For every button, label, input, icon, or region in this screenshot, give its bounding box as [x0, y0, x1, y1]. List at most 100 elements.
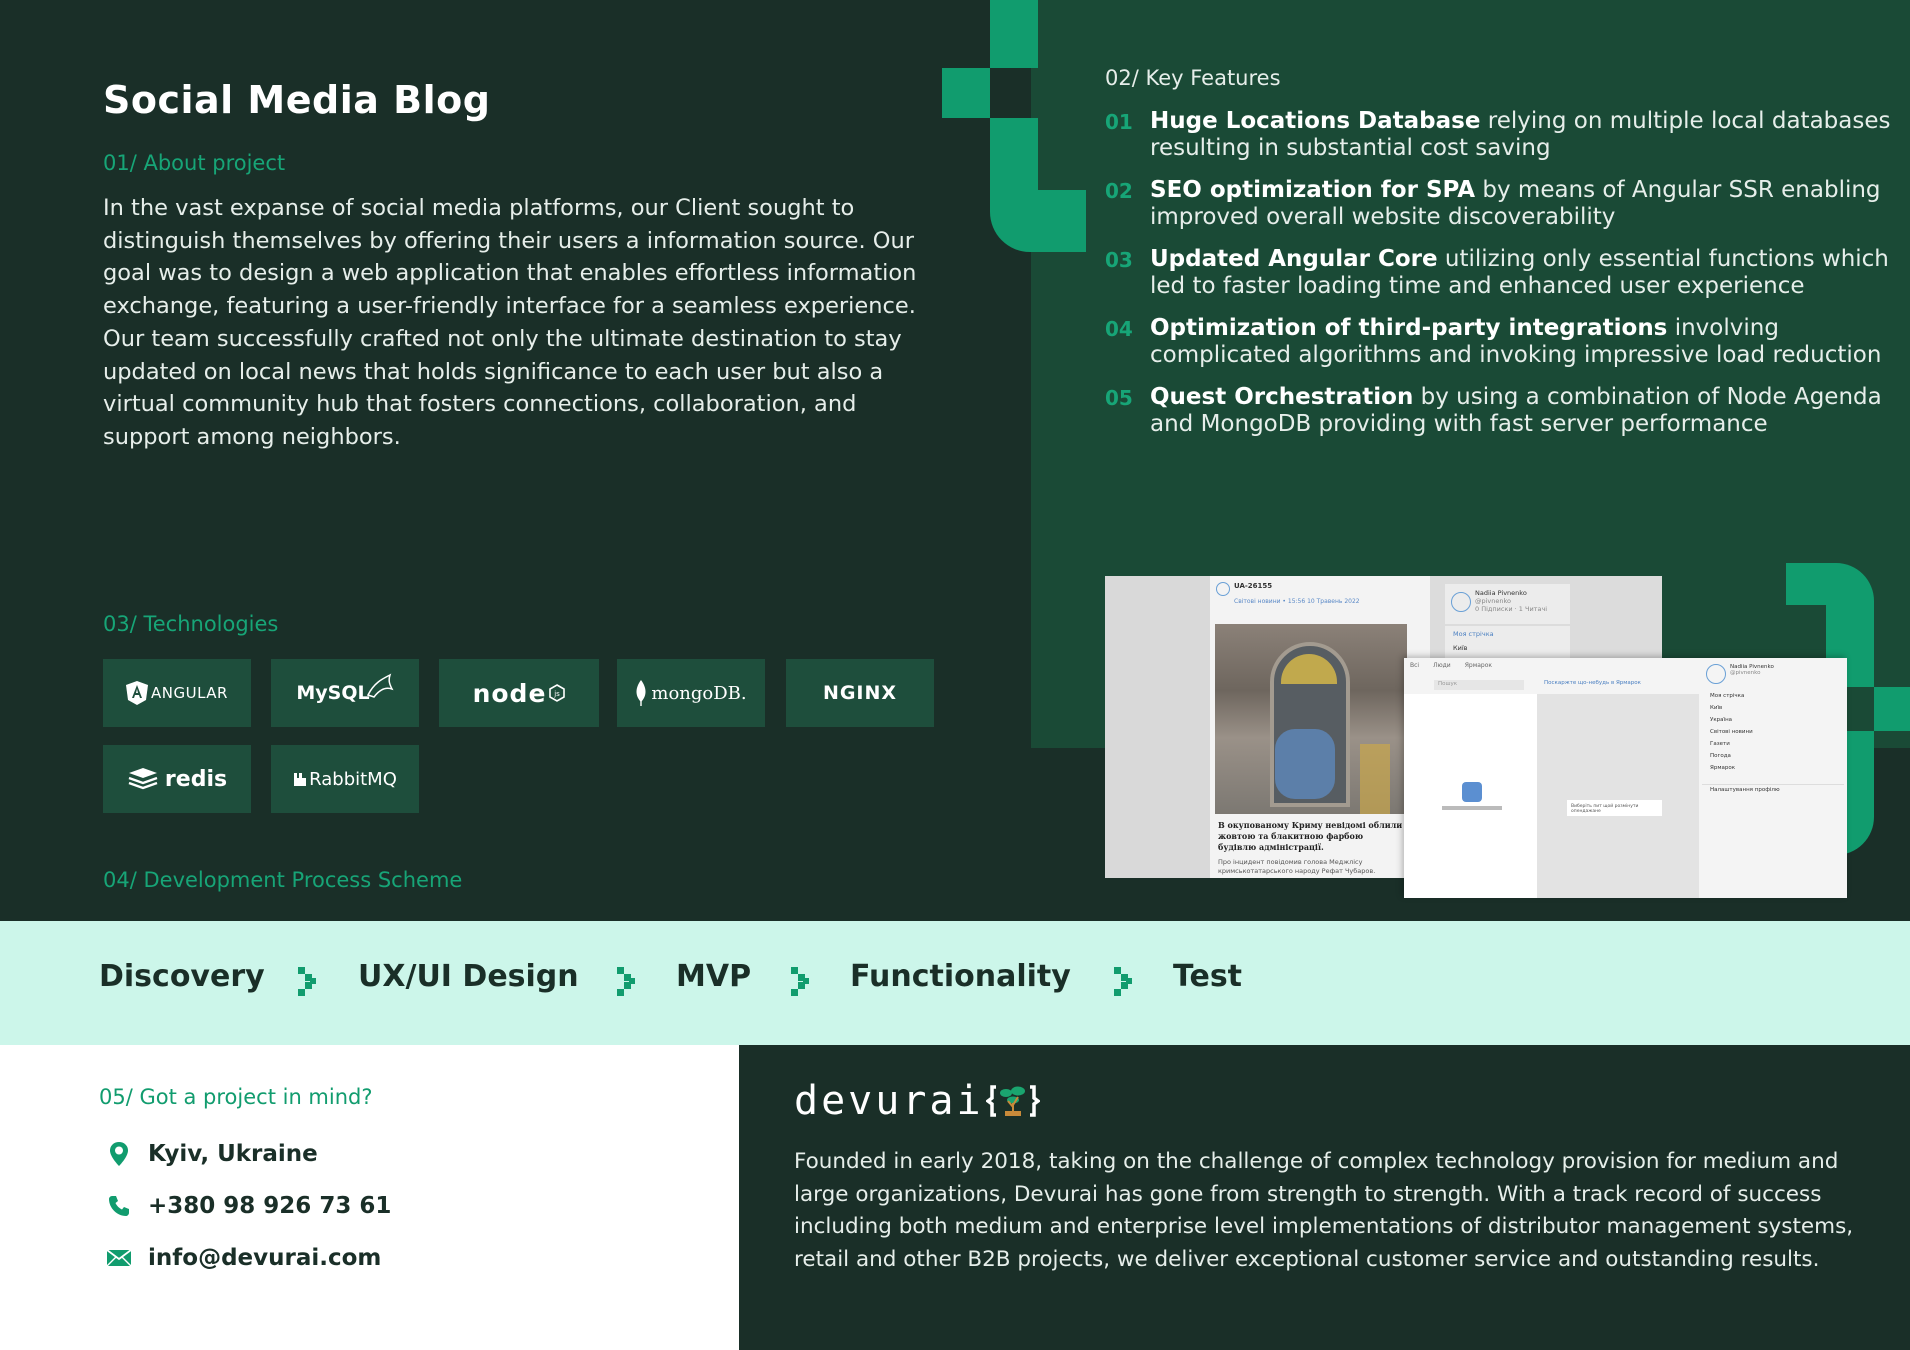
market-post-prompt[interactable]: Поскаржте що-небудь в Ярмарок: [1544, 680, 1694, 686]
sidebar-item[interactable]: Київ: [1710, 702, 1836, 714]
feature-item: 03 Updated Angular Core utilizing only e…: [1105, 246, 1895, 300]
sidebar-item[interactable]: Газети: [1710, 738, 1836, 750]
empty-caption: [1442, 806, 1502, 810]
sidebar-menu: Моя стрічка Київ Україна Світові новини …: [1702, 688, 1844, 776]
rabbit-icon: [294, 773, 307, 786]
feature-title: Quest Orchestration: [1150, 384, 1414, 410]
feature-item: 05 Quest Orchestration by using a combin…: [1105, 384, 1895, 438]
contact-phone: +380 98 926 73 61: [104, 1191, 391, 1221]
market-search[interactable]: Пошук: [1434, 680, 1524, 690]
decor-block: [990, 190, 1086, 252]
tech-node-label: node: [472, 678, 547, 708]
feature-text: Optimization of third-party integrations…: [1150, 315, 1895, 369]
feature-item: 04 Optimization of third-party integrati…: [1105, 315, 1895, 369]
blue-paint: [1275, 729, 1335, 799]
tech-mongodb: mongoDB.: [617, 659, 765, 727]
robot-icon: [1462, 782, 1482, 802]
avatar: [1451, 592, 1471, 612]
tech-rabbitmq-label: RabbitMQ: [309, 768, 397, 790]
market-left-col: [1404, 694, 1537, 898]
svg-text:js: js: [554, 690, 561, 698]
market-sidebar: Nadiia Pivnenko @pivnenko Моя стрічка Ки…: [1702, 662, 1844, 795]
step-mvp: MVP: [676, 959, 752, 994]
tech-mysql: MySQL: [271, 659, 419, 727]
mail-icon: [104, 1243, 134, 1273]
about-text: In the vast expanse of social media plat…: [103, 195, 917, 450]
tech-mongodb-label: mongoDB.: [651, 682, 747, 704]
chevron-right-icon: [617, 967, 635, 996]
sidebar-item[interactable]: Світові новини: [1710, 726, 1836, 738]
post-photo: [1215, 624, 1407, 814]
feature-item: 02 SEO optimization for SPA by means of …: [1105, 177, 1895, 231]
post-header: UA-26155 Світові новини • 15:56 10 Траве…: [1210, 576, 1430, 620]
hexagon-icon: js: [549, 684, 566, 702]
tech-node: node js: [439, 659, 599, 727]
contact-email: info@devurai.com: [104, 1243, 381, 1273]
decor-block: [942, 68, 990, 118]
yellow-paint-right: [1360, 744, 1390, 814]
feature-text: SEO optimization for SPA by means of Ang…: [1150, 177, 1895, 231]
email-link[interactable]: info@devurai.com: [148, 1245, 381, 1271]
feature-item: 01 Huge Locations Database relying on mu…: [1105, 108, 1895, 162]
tab-people[interactable]: Люди: [1433, 662, 1451, 672]
phone-icon: [104, 1191, 134, 1221]
step-ux-ui-design: UX/UI Design: [358, 959, 579, 994]
phone-link[interactable]: +380 98 926 73 61: [148, 1193, 391, 1219]
empty-state-text: Виберіть пит щой розмінути опендажане: [1567, 800, 1662, 816]
technologies-label: 03/ Technologies: [103, 612, 279, 636]
feature-title: SEO optimization for SPA: [1150, 177, 1476, 203]
feature-text: Huge Locations Database relying on multi…: [1150, 108, 1895, 162]
stack-icon: [128, 768, 158, 790]
tech-mysql-label: MySQL: [296, 682, 370, 704]
profile-name: Nadiia Pivnenko: [1475, 589, 1527, 597]
settings-link[interactable]: Налаштування профілю: [1702, 784, 1844, 795]
features-list: 01 Huge Locations Database relying on mu…: [1105, 108, 1895, 453]
menu-item-kyiv[interactable]: Київ: [1453, 644, 1562, 652]
feature-title: Huge Locations Database: [1150, 108, 1481, 134]
contact-section: 05/ Got a project in mind? Kyiv, Ukraine…: [0, 1045, 739, 1350]
chevron-right-icon: [1114, 967, 1132, 996]
dolphin-icon: [366, 673, 394, 698]
process-label: 04/ Development Process Scheme: [103, 868, 463, 892]
feature-number: 05: [1105, 386, 1133, 410]
bonsai-bracket-icon: [985, 1085, 1040, 1117]
chevron-right-icon: [791, 967, 809, 996]
tech-redis: redis: [103, 745, 251, 813]
sidebar-item[interactable]: Україна: [1710, 714, 1836, 726]
process-strip: Discovery UX/UI Design MVP Functionality…: [0, 921, 1910, 1045]
feed-sidebar-left: [1105, 576, 1210, 878]
profile-handle: @pivnenko: [1475, 597, 1512, 605]
step-functionality: Functionality: [850, 959, 1071, 994]
feature-number: 01: [1105, 110, 1133, 134]
logo-wordmark: devurai: [794, 1078, 984, 1124]
tab-market[interactable]: Ярмарок: [1465, 662, 1492, 672]
post-headline: В окупованому Криму невідомі облили жовт…: [1218, 820, 1403, 852]
post-excerpt: Про інцидент повідомив голова Меджлісу к…: [1218, 858, 1376, 875]
contact-location: Kyiv, Ukraine: [104, 1139, 318, 1169]
profile-menu: Моя стрічка Київ: [1445, 626, 1570, 660]
sidebar-item[interactable]: Погода: [1710, 750, 1836, 762]
tech-nginx: NGINX: [786, 659, 934, 727]
tech-angular: ANGULAR: [103, 659, 251, 727]
app-screenshot-market: Всі Люди Ярмарок Пошук Поскаржте що-небу…: [1404, 658, 1847, 898]
decor-block: [990, 0, 1038, 68]
market-tabs: Всі Люди Ярмарок: [1404, 658, 1699, 676]
avatar: [1706, 664, 1726, 684]
tech-redis-label: redis: [164, 766, 228, 792]
sidebar-item[interactable]: Ярмарок: [1710, 762, 1836, 774]
company-section: devurai Founded in early 2018, taking on…: [739, 1045, 1910, 1350]
feature-text: Updated Angular Core utilizing only esse…: [1150, 246, 1895, 300]
tab-all[interactable]: Всі: [1410, 662, 1419, 672]
market-center: Виберіть пит щой розмінути опендажане: [1537, 694, 1699, 898]
feature-text: Quest Orchestration by using a combinati…: [1150, 384, 1895, 438]
devurai-logo: devurai: [794, 1078, 1040, 1124]
sidebar-item[interactable]: Моя стрічка: [1710, 690, 1836, 702]
feature-number: 03: [1105, 248, 1133, 272]
post-id: UA-26155: [1234, 582, 1273, 590]
leaf-icon: [636, 680, 646, 706]
angular-icon: [126, 681, 148, 705]
menu-item-feed[interactable]: Моя стрічка: [1453, 630, 1562, 638]
profile-stats: 0 Підписки · 1 Читачі: [1475, 605, 1548, 613]
post-meta: Світові новини • 15:56 10 Травень 2022: [1234, 598, 1360, 605]
feature-number: 02: [1105, 179, 1133, 203]
